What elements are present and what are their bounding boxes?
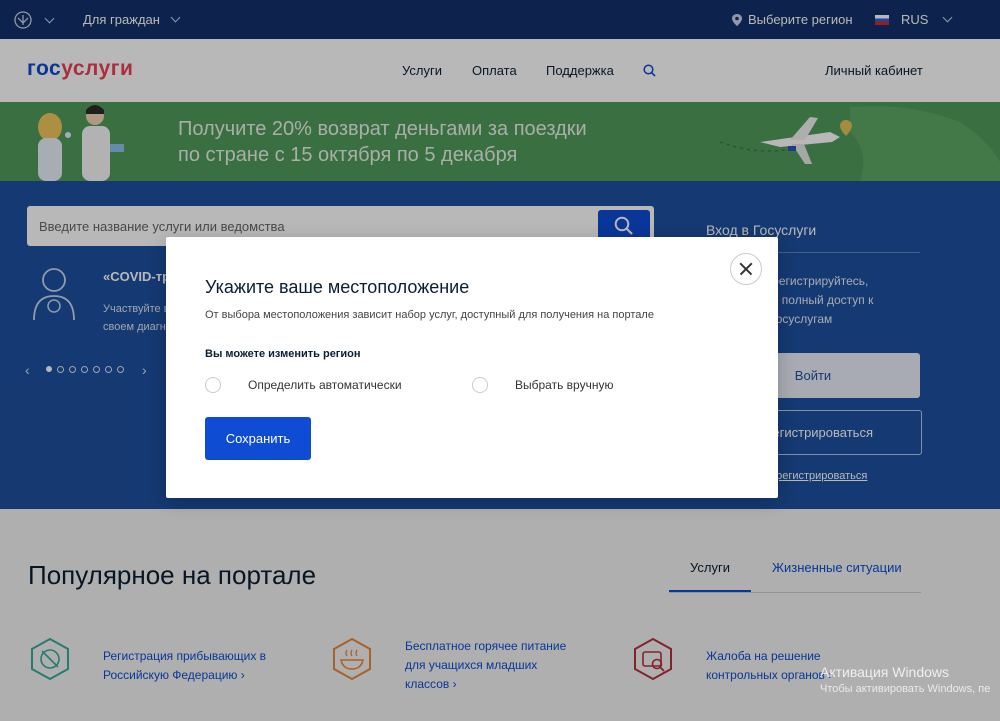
radio-manual-label[interactable]: Выбрать вручную	[515, 378, 613, 392]
windows-activation-watermark: Активация Windows	[820, 664, 950, 680]
close-icon[interactable]	[730, 253, 762, 285]
save-button[interactable]: Сохранить	[205, 417, 311, 460]
radio-auto[interactable]	[205, 377, 221, 393]
change-region-label: Вы можете изменить регион	[205, 348, 361, 360]
radio-manual[interactable]	[472, 377, 488, 393]
radio-auto-label[interactable]: Определить автоматически	[248, 378, 402, 392]
modal-subtitle: От выбора местоположения зависит набор у…	[205, 309, 654, 321]
windows-activation-hint: Чтобы активировать Windows, пе	[820, 683, 991, 695]
location-modal: Укажите ваше местоположение От выбора ме…	[166, 237, 778, 498]
modal-title: Укажите ваше местоположение	[205, 277, 470, 297]
